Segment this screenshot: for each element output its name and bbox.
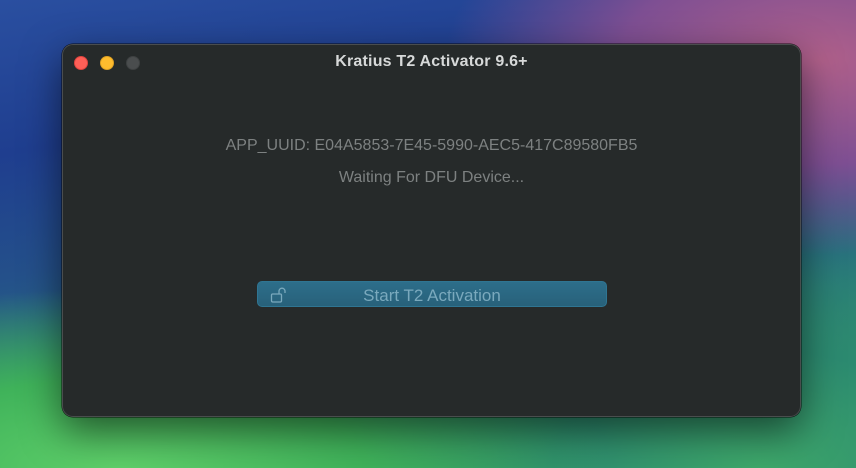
start-button-label: Start T2 Activation (363, 286, 501, 305)
status-text: Waiting For DFU Device... (338, 169, 525, 186)
start-t2-activation-button[interactable]: Start T2 Activation (257, 281, 607, 307)
desktop-wallpaper: Kratius T2 Activator 9.6+ APP_UUID: E04A… (0, 0, 856, 468)
window-title: Kratius T2 Activator 9.6+ (335, 53, 528, 70)
app-uuid-text: APP_UUID: E04A5853-7E45-5990-AEC5-417C89… (225, 137, 638, 154)
app-window: Kratius T2 Activator 9.6+ APP_UUID: E04A… (62, 44, 801, 417)
title-bar[interactable]: Kratius T2 Activator 9.6+ (63, 45, 800, 81)
